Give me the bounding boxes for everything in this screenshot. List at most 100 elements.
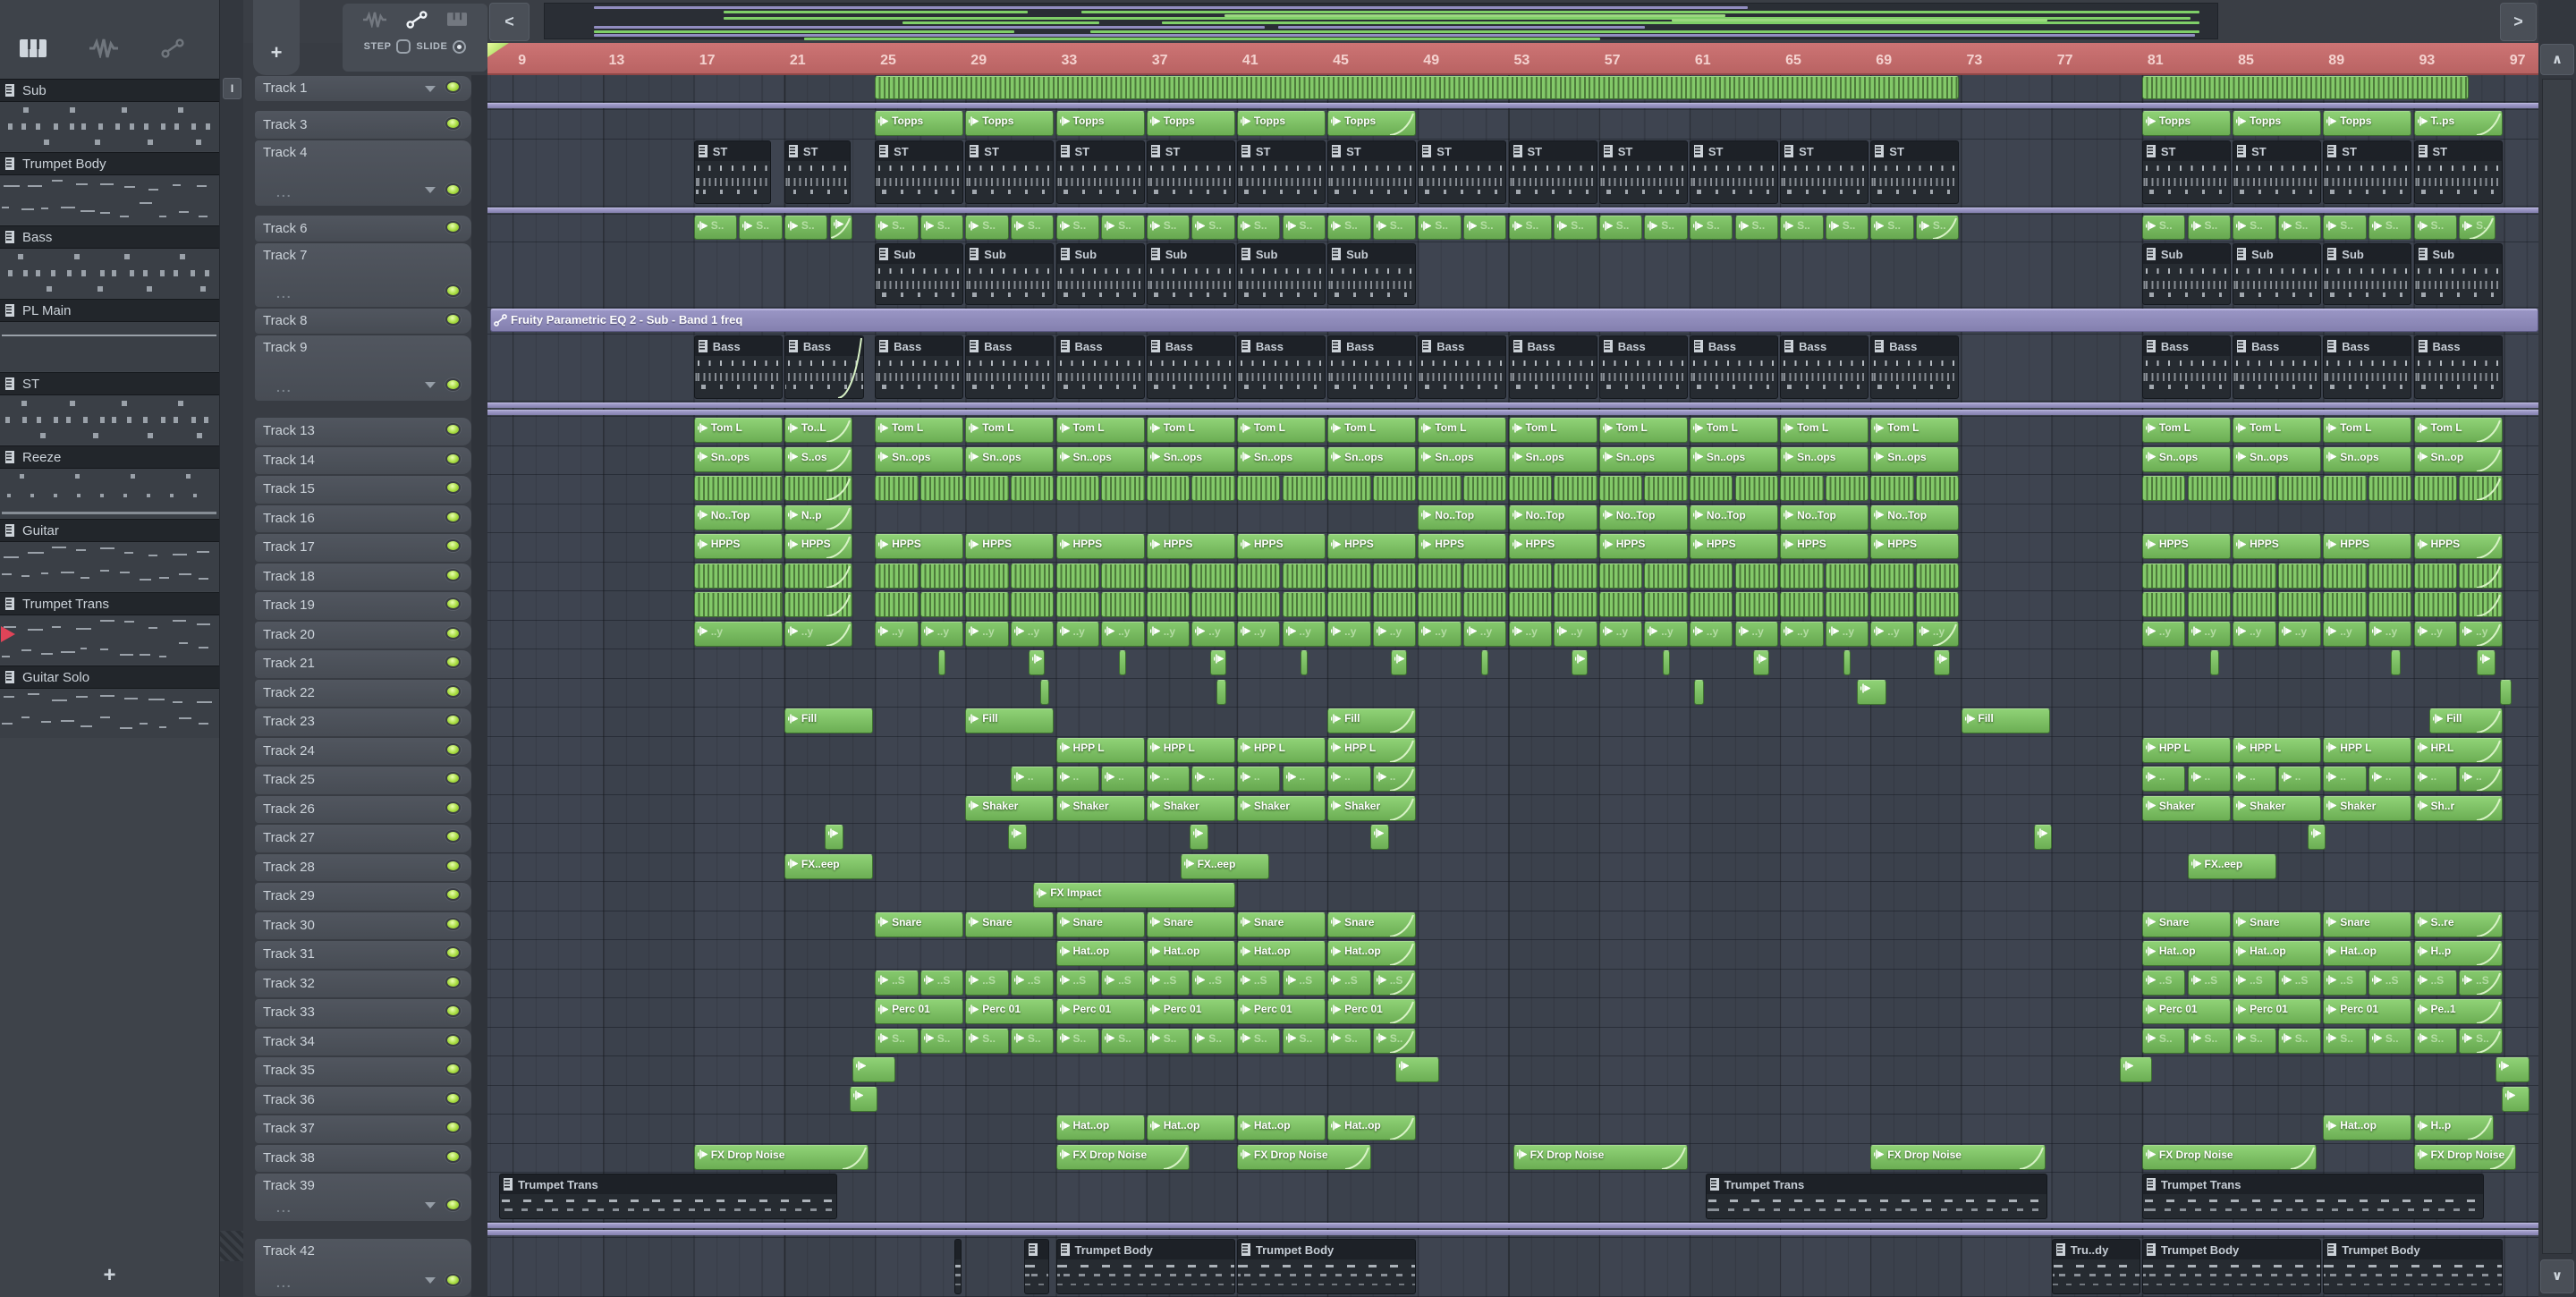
clip-strip[interactable] (1825, 592, 1869, 617)
clip-st[interactable]: ST (1055, 140, 1145, 204)
playlist-track-lane[interactable] (487, 475, 2538, 504)
clip-s-[interactable]: S.. (1554, 216, 1597, 240)
clip-fruity-parametric-eq-2-sub-band-1-freq[interactable]: Fruity Parametric EQ 2 - Sub - Band 1 fr… (490, 309, 2538, 332)
clip-tiny[interactable] (1481, 650, 1489, 675)
clip-st[interactable]: ST (1327, 140, 1417, 204)
clip-sn-ops[interactable]: Sn..ops (1508, 446, 1597, 472)
track-header-track-19[interactable]: Track 19 (255, 591, 471, 621)
clip--y[interactable]: ..y (2459, 621, 2503, 647)
clip-strip[interactable] (2233, 476, 2276, 501)
clip-tom-l[interactable]: Tom L (1598, 418, 1688, 443)
clip-tom-l[interactable]: Tom L (2323, 418, 2412, 443)
clip-s-[interactable]: S.. (1146, 216, 1191, 240)
clip--y[interactable]: ..y (1689, 621, 1733, 647)
collapse-arrow-icon[interactable] (425, 382, 436, 388)
clip-hpps[interactable]: HPPS (1870, 534, 1960, 559)
clip-bass[interactable]: Bass (1870, 335, 1960, 399)
playlist-track-lane[interactable]: Hat..op Hat..op Hat..op Hat..op Hat..op Hat..… (487, 940, 2538, 970)
clip-bass[interactable]: Bass (2233, 335, 2322, 399)
clip-s-[interactable]: S.. (1870, 216, 1914, 240)
clip--s[interactable]: ..S (1055, 970, 1100, 996)
clip-fx-drop-noise[interactable]: FX Drop Noise (1236, 1144, 1371, 1170)
clip-tiny[interactable] (1395, 1057, 1439, 1082)
playlist-track-lane[interactable]: Tom L To..L Tom L Tom L Tom L Tom L Tom L Tom L… (487, 417, 2538, 446)
clip-strip[interactable] (1554, 476, 1597, 501)
pattern-item-bass[interactable]: Bass (0, 225, 219, 298)
pattern-item-header[interactable]: Guitar Solo (0, 665, 219, 689)
clip-hpps[interactable]: HPPS (1689, 534, 1779, 559)
collapse-arrow-icon[interactable] (425, 1277, 436, 1284)
clip--y[interactable]: ..y (2277, 621, 2322, 647)
pattern-item-header[interactable]: Trumpet Body (0, 152, 219, 175)
timeline-ruler[interactable]: 9 13 17 21 25 29 33 37 41 45 49 53 57 61 65 69 73 77 81 85 8… (487, 43, 2538, 75)
clip--y[interactable]: ..y (1780, 621, 1824, 647)
clip-st[interactable]: ST (1689, 140, 1779, 204)
clip-sub[interactable]: Sub (1146, 243, 1235, 305)
clip-s-[interactable]: S.. (1236, 216, 1281, 240)
playlist-track-lane[interactable]: No..Top N..p No..Top No..Top No..Top No..Top N… (487, 504, 2538, 533)
track-header-track-30[interactable]: Track 30 (255, 911, 471, 941)
clip-snare[interactable]: Snare (2233, 911, 2322, 937)
clip-hpp-l[interactable]: HPP L (1146, 737, 1235, 763)
track-header-track-29[interactable]: Track 29 (255, 882, 471, 911)
clip-sn-ops[interactable]: Sn..ops (965, 446, 1055, 472)
track-header-track-39[interactable]: Track 39... (255, 1173, 471, 1222)
clip-tom-l[interactable]: Tom L (1508, 418, 1597, 443)
clip--s[interactable]: ..S (2141, 970, 2186, 996)
clip-tiny[interactable] (2391, 650, 2401, 675)
clip-sn-ops[interactable]: Sn..ops (1236, 446, 1326, 472)
clip-h-p[interactable]: H..p (2413, 1115, 2494, 1140)
clip-hpp-l[interactable]: HPP L (2233, 737, 2322, 763)
mute-led[interactable] (445, 313, 461, 326)
clip-fx-eep[interactable]: FX..eep (784, 853, 874, 879)
clip-strip[interactable] (1055, 592, 1100, 617)
clip-tiny[interactable] (852, 1057, 896, 1082)
clip-strip[interactable] (2277, 592, 2322, 617)
clip-strip[interactable] (1372, 592, 1417, 617)
clip-st[interactable]: ST (2323, 140, 2412, 204)
clip-fx-drop-noise[interactable]: FX Drop Noise (1513, 1144, 1688, 1170)
pattern-item-guitar[interactable]: Guitar (0, 519, 219, 591)
clip-tiny[interactable] (850, 1086, 878, 1112)
clip-s-re[interactable]: S..re (2413, 911, 2503, 937)
clip-strip[interactable] (1462, 476, 1507, 501)
clip-strip[interactable] (1236, 563, 1281, 589)
collapse-arrow-icon[interactable] (425, 187, 436, 193)
track-header-track-4[interactable]: Track 4... (255, 140, 471, 207)
playlist-track-lane[interactable] (487, 679, 2538, 708)
clip-strip[interactable] (2277, 563, 2322, 589)
clip-s-[interactable]: S.. (965, 1028, 1009, 1054)
clip-sn-ops[interactable]: Sn..ops (1327, 446, 1417, 472)
clip-s-[interactable]: S.. (1055, 216, 1100, 240)
clip--y[interactable]: ..y (919, 621, 964, 647)
clip-strip[interactable] (1508, 563, 1553, 589)
clip--s[interactable]: ..S (919, 970, 964, 996)
clip-sh-r[interactable]: Sh..r (2413, 795, 2503, 821)
track-header-track-17[interactable]: Track 17 (255, 533, 471, 563)
clip-strip[interactable] (1282, 563, 1326, 589)
clip--s[interactable]: ..S (2277, 970, 2322, 996)
clip-s-[interactable]: S.. (2187, 216, 2232, 240)
clip-topps[interactable]: Topps (2233, 111, 2322, 136)
clip-no-top[interactable]: No..Top (1508, 504, 1597, 530)
track-header-track-36[interactable]: Track 36 (255, 1086, 471, 1115)
clip-pat[interactable] (1024, 1239, 1050, 1294)
clip--s[interactable]: ..S (1236, 970, 1281, 996)
clip--s[interactable]: ..S (2323, 970, 2367, 996)
picker-resize-grip[interactable] (220, 1231, 244, 1261)
clip-sn-ops[interactable]: Sn..ops (1870, 446, 1960, 472)
clip--[interactable]: .. (1372, 767, 1417, 792)
clip-hpps[interactable]: HPPS (2141, 534, 2232, 559)
clip-strip[interactable] (2141, 563, 2186, 589)
clip-strip[interactable] (1236, 592, 1281, 617)
playlist-track-lane[interactable]: .................................. (487, 766, 2538, 795)
clip-strip[interactable] (1191, 592, 1235, 617)
clip-tiny[interactable] (1189, 825, 1208, 850)
clip--y[interactable]: ..y (1508, 621, 1553, 647)
clip--s[interactable]: ..S (1191, 970, 1235, 996)
clip-tru-dy[interactable]: Tru..dy (2051, 1239, 2140, 1294)
clip-s-[interactable]: S.. (2187, 1028, 2232, 1054)
clip--[interactable]: .. (1055, 767, 1100, 792)
clip-strip[interactable] (2323, 592, 2367, 617)
playlist-track-lane[interactable]: Fruity Parametric EQ 2 - Sub - Band 1 fr… (487, 308, 2538, 335)
